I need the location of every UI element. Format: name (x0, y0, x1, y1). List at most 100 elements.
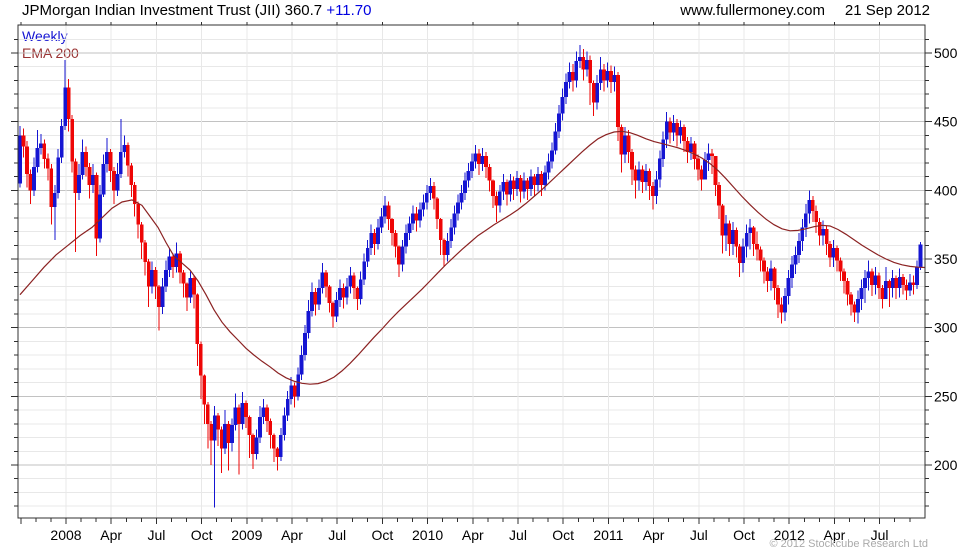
candle-body (536, 173, 540, 185)
candle-body (431, 186, 436, 199)
candle-body (779, 304, 784, 313)
candle-body (529, 176, 534, 189)
candle-body (490, 180, 495, 196)
y-axis-labels: 500 450 400 350 300 250 200 (934, 45, 958, 473)
candle-body (223, 423, 228, 449)
candle-body (876, 275, 881, 288)
candle-body (758, 249, 763, 261)
candle-body (150, 269, 155, 287)
candle-body (640, 169, 645, 183)
candle-body (251, 434, 255, 455)
candle-body (824, 228, 829, 244)
candle-body (553, 131, 558, 151)
candle-body (647, 171, 652, 187)
candle-body (626, 135, 631, 152)
candle-body (890, 278, 895, 288)
candle-body (25, 146, 29, 174)
candle-body (494, 195, 499, 206)
candle-body (174, 253, 179, 268)
candle-body (383, 205, 387, 217)
candle-body (369, 232, 374, 249)
candle-body (915, 267, 919, 286)
candle-body (167, 256, 172, 270)
candle-body (501, 182, 506, 192)
candle-body (87, 166, 92, 185)
candle-body (397, 246, 401, 265)
candle-body (856, 298, 860, 313)
candle-body (570, 72, 575, 81)
candle-body (341, 287, 346, 298)
candle-body (828, 243, 833, 258)
candle-body (372, 232, 377, 244)
x-axis-label: Jul (690, 527, 708, 543)
candle-body (595, 83, 600, 103)
chart-window: JPMorgan Indian Investment Trust (JII) 3… (0, 0, 980, 560)
candle-body (122, 145, 127, 152)
candle-body (28, 173, 33, 191)
candle-body (904, 285, 909, 291)
candle-body (404, 232, 408, 247)
candle-body (508, 180, 513, 195)
x-axis-label: Apr (643, 527, 665, 543)
candle-body (261, 407, 266, 417)
candle-body (185, 283, 189, 298)
candle-body (807, 199, 812, 214)
candle-body (91, 175, 95, 185)
candle-body (195, 294, 200, 345)
candle-body (49, 168, 54, 207)
candle-body (873, 275, 878, 286)
candle-body (400, 246, 405, 265)
y-axis-label: 500 (934, 45, 958, 61)
candle-body (376, 227, 381, 244)
candle-body (515, 177, 520, 189)
candle-body (216, 415, 221, 430)
candle-body (901, 276, 906, 286)
candle-body (918, 244, 923, 268)
candle-body (511, 180, 516, 189)
candle-body (835, 248, 839, 261)
candle-body (522, 180, 527, 192)
candle-body (164, 269, 168, 287)
candle-body (466, 171, 471, 181)
candle-body (880, 287, 885, 299)
candle-body (487, 166, 492, 181)
candle-body (38, 143, 43, 148)
candle-body (842, 271, 846, 281)
candle-body (887, 280, 892, 288)
candle-body (710, 153, 714, 156)
candle-body (310, 291, 314, 312)
candle-body (143, 242, 148, 262)
candle-body (393, 232, 398, 247)
candle-body (424, 193, 429, 203)
candle-body (654, 179, 659, 196)
candle-body (671, 123, 676, 133)
candle-body (212, 415, 217, 441)
candle-body (285, 399, 290, 416)
x-axis-label: Oct (191, 527, 213, 543)
candle-body (560, 96, 565, 114)
candle-body (153, 269, 158, 287)
candle-body (292, 385, 297, 397)
candle-body (866, 271, 871, 279)
candle-body (198, 344, 203, 376)
y-axis-label: 350 (934, 251, 958, 267)
candle-body (546, 161, 551, 173)
candle-body (188, 278, 193, 298)
candle-body (741, 246, 746, 264)
candle-body (66, 87, 71, 119)
candle-body (275, 448, 280, 457)
candle-body (258, 416, 262, 438)
candle-body (94, 175, 99, 239)
candle-body (18, 135, 22, 184)
candle-body (859, 287, 864, 299)
candle-body (407, 223, 412, 233)
candle-body (386, 205, 391, 220)
candle-body (313, 291, 318, 305)
candle-body (609, 70, 613, 82)
candle-body (157, 286, 161, 308)
candle-body (303, 333, 308, 356)
candle-body (452, 213, 457, 228)
candle-body (692, 143, 697, 159)
candle-body (139, 224, 144, 243)
y-axis-label: 300 (934, 320, 958, 336)
